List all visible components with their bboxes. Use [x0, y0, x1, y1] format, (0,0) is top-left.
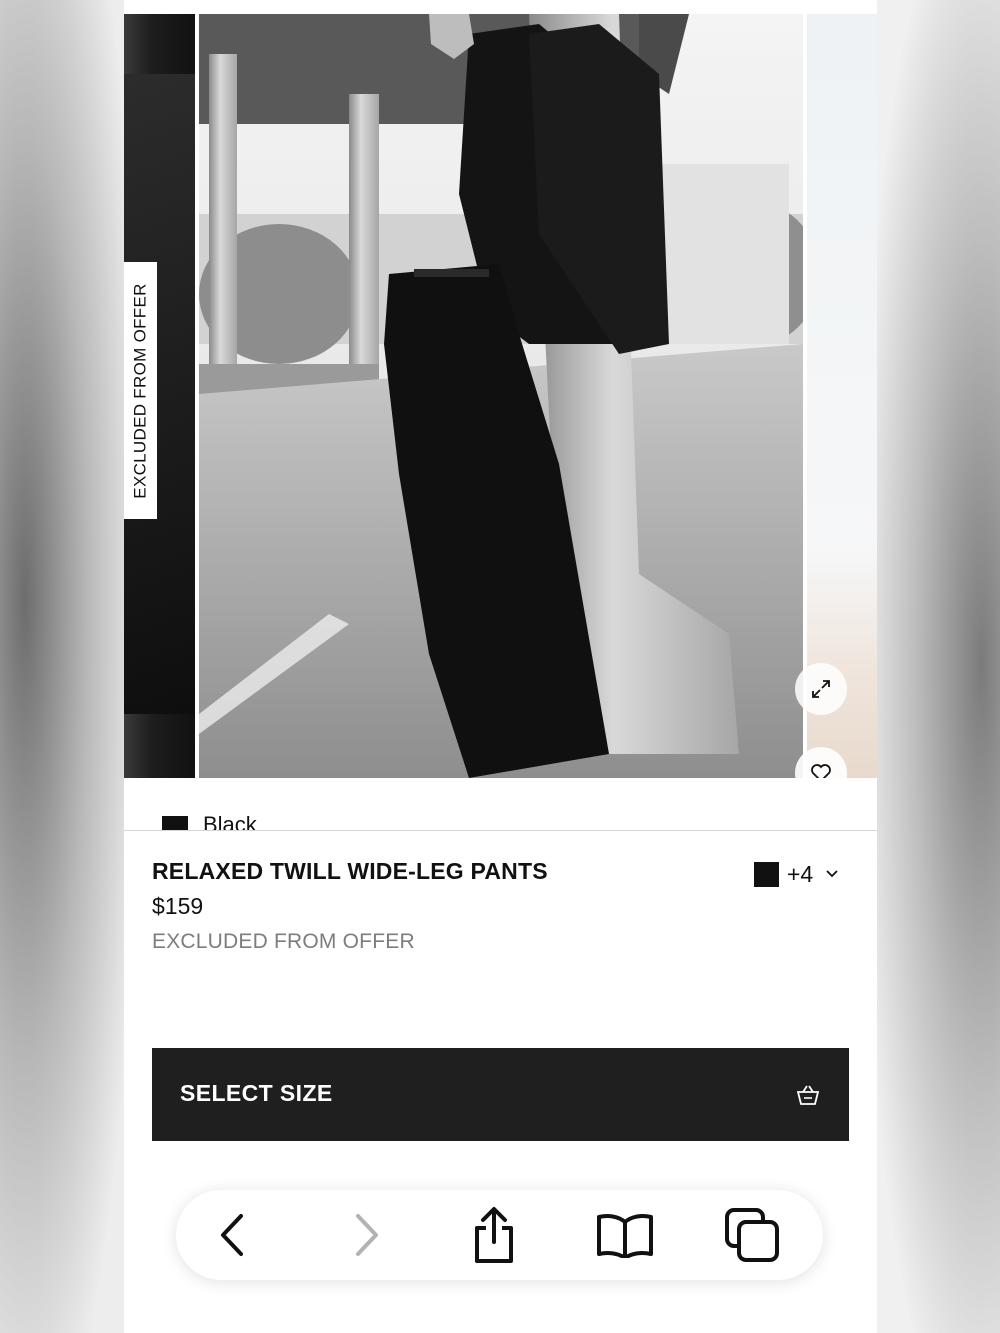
forward-icon [356, 1214, 378, 1256]
selected-color-swatch [754, 861, 779, 887]
expand-icon [812, 680, 830, 698]
back-icon [221, 1214, 243, 1256]
chevron-down-icon [826, 870, 838, 878]
tabs-button[interactable] [722, 1205, 782, 1265]
excluded-offer-badge-text: EXCLUDED FROM OFFER [130, 282, 150, 499]
color-label-row: Black [124, 778, 877, 830]
product-photo [199, 14, 803, 778]
excluded-offer-badge: EXCLUDED FROM OFFER [124, 262, 157, 519]
select-size-button[interactable]: SELECT SIZE [152, 1048, 849, 1141]
divider [124, 830, 877, 831]
background-blur-right [877, 0, 1000, 1333]
color-selector[interactable]: +4 [754, 859, 839, 889]
bookmarks-icon [597, 1214, 653, 1258]
share-button[interactable] [464, 1205, 524, 1265]
background-blur-left [0, 0, 124, 1333]
product-title: RELAXED TWILL WIDE-LEG PANTS [152, 858, 548, 884]
product-image[interactable] [199, 14, 803, 778]
forward-button[interactable] [337, 1205, 397, 1265]
color-swatch [162, 816, 188, 830]
image-carousel[interactable]: EXCLUDED FROM OFFER [124, 14, 877, 778]
browser-toolbar [176, 1190, 823, 1280]
shopping-bag-icon [796, 1085, 820, 1105]
more-colors-count: +4 [787, 860, 814, 887]
select-size-label: SELECT SIZE [180, 1080, 333, 1106]
product-page: EXCLUDED FROM OFFER Black RELAXED TWILL … [124, 0, 877, 1333]
tabs-icon [725, 1208, 779, 1262]
color-name: Black [203, 812, 257, 830]
share-icon [475, 1207, 513, 1263]
bookmarks-button[interactable] [595, 1205, 655, 1265]
offer-note: EXCLUDED FROM OFFER [152, 930, 415, 953]
product-price: $159 [152, 893, 204, 919]
heart-icon [811, 764, 831, 778]
back-button[interactable] [202, 1205, 262, 1265]
expand-image-button[interactable] [795, 663, 847, 715]
